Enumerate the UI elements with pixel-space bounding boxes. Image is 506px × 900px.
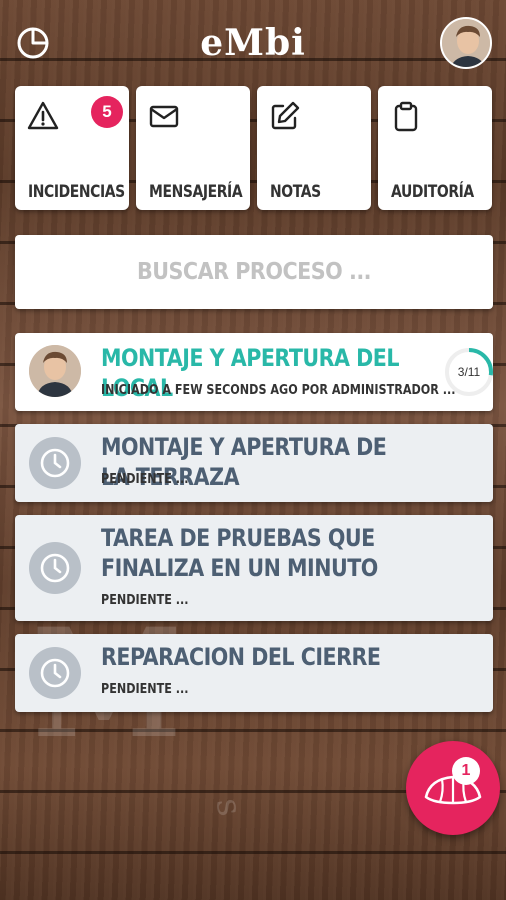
progress-label: 3/11 — [457, 365, 481, 379]
tile-label: MENSAJERÍA — [149, 182, 243, 202]
process-subtitle: INICIADO A FEW SECONDS AGO POR ADMINISTR… — [101, 383, 456, 398]
clock-icon — [29, 542, 81, 594]
process-title: TAREA DE PRUEBAS QUE FINALIZA EN UN MINU… — [101, 524, 378, 582]
tile-mensajeria[interactable]: MENSAJERÍA — [136, 86, 250, 210]
process-title: REPARACION DEL CIERRE — [101, 643, 381, 671]
clock-icon — [29, 437, 81, 489]
tile-label: INCIDENCIAS — [28, 182, 125, 202]
tile-incidencias[interactable]: 5 INCIDENCIAS — [15, 86, 129, 210]
incidencias-badge: 5 — [91, 96, 123, 128]
edit-icon — [271, 101, 300, 130]
process-subtitle: PENDIENTE ... — [101, 682, 189, 697]
mail-icon — [149, 105, 179, 128]
process-subtitle: PENDIENTE ... — [101, 593, 189, 608]
user-avatar[interactable] — [440, 17, 492, 69]
process-subtitle: PENDIENTE ... — [101, 472, 189, 487]
quick-actions: 5 INCIDENCIAS MENSAJERÍA NOTAS AUDITORÍA — [15, 86, 493, 210]
process-card-active[interactable]: MONTAJE Y APERTURA DEL LOCAL INICIADO A … — [15, 333, 493, 411]
tile-auditoria[interactable]: AUDITORÍA — [378, 86, 492, 210]
process-card[interactable]: REPARACION DEL CIERRE PENDIENTE ... — [15, 634, 493, 712]
fab-badge: 1 — [452, 757, 480, 785]
tile-label: AUDITORÍA — [391, 182, 474, 202]
process-card[interactable]: TAREA DE PRUEBAS QUE FINALIZA EN UN MINU… — [15, 515, 493, 621]
clock-icon — [29, 647, 81, 699]
tile-notas[interactable]: NOTAS — [257, 86, 371, 210]
app-header: eMbi — [0, 0, 506, 80]
process-avatar — [29, 345, 81, 397]
clipboard-icon — [394, 101, 418, 132]
process-card[interactable]: MONTAJE Y APERTURA DE LA TERRAZA PENDIEN… — [15, 424, 493, 502]
search-box — [15, 235, 493, 309]
app-logo: eMbi — [200, 22, 306, 64]
warning-icon — [27, 101, 59, 130]
tile-label: NOTAS — [270, 182, 321, 202]
croissant-fab-button[interactable]: 1 — [406, 741, 500, 835]
search-input[interactable] — [15, 235, 493, 309]
